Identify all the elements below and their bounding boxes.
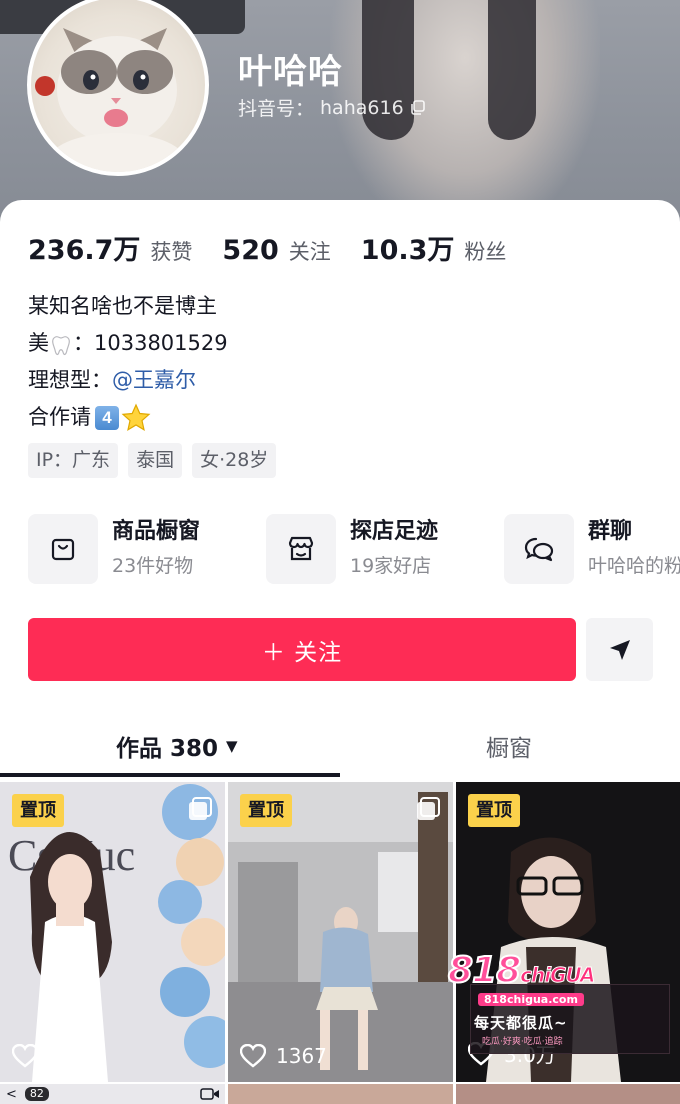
cat-avatar-image [35,28,187,172]
video-camera-icon[interactable] [200,1087,220,1101]
stat-likes[interactable]: 236.7万 获赞 [28,228,192,267]
bio-line-1: 某知名啥也不是博主 [28,294,217,318]
watermark-url: 818chigua.com [478,993,584,1006]
watermark-logo-main: 818 [447,949,522,992]
send-icon [609,639,630,660]
watermark-subtext: 吃瓜·好爽·吃瓜·追踪 [482,1037,563,1047]
feature-store-visits-icon-box [266,514,336,584]
bio-line-3: 理想型： @王嘉尔 [28,362,228,399]
heart-icon [240,1044,266,1068]
tab-works-label: 作品 380 [116,736,219,762]
tag-gender-age: 女·28岁 [192,443,277,478]
pinned-badge: 置顶 [12,794,64,827]
bio-line-2-value: ：1033801529 [73,331,228,355]
feature-entries: 商品橱窗 23件好物 探店足迹 19家好店 群聊 叶哈哈的粉 [28,514,680,586]
profile-douyin-id[interactable]: 抖音号： haha616 [238,94,425,121]
content-tabs: 作品 380 ▼ 橱窗 [0,718,680,780]
bio-line-4-prefix: 合作请 [28,405,91,429]
feature-shop-window[interactable]: 商品橱窗 23件好物 [28,514,200,584]
multi-image-icon [189,797,212,820]
tab-works[interactable]: 作品 380 ▼ [116,718,238,774]
stat-followers-value: 10.3万 [360,235,455,266]
active-tab-indicator [0,773,340,777]
multi-image-icon [417,797,440,820]
bio-line-2-prefix: 美 [28,331,49,355]
stat-followers[interactable]: 10.3万 粉丝 [361,228,507,267]
pinned-badge: 置顶 [240,794,292,827]
stat-likes-label: 获赞 [150,240,193,264]
profile-name: 叶哈哈 [238,52,343,92]
video-2-cover-image [228,782,453,1082]
feature-shop-window-subtitle: 23件好物 [112,555,194,577]
stat-following-label: 关注 [288,240,331,264]
stat-followers-label: 粉丝 [464,240,507,264]
bio-line-2: 美 ：1033801529 [28,325,228,362]
back-arrow-icon[interactable]: < [6,1087,17,1102]
number-badge: 4 [95,405,119,430]
douyin-id-value: haha616 [320,96,404,119]
feature-group-chat-icon-box [504,514,574,584]
share-button[interactable] [586,618,653,681]
bag-icon [51,538,75,561]
video-1-cover-image: CsMuc [0,782,225,1082]
follow-button[interactable]: ＋ 关注 [28,618,576,681]
bio-line-4: 合作请 4 [28,399,228,436]
stat-following-value: 520 [222,235,279,266]
video-thumbnail-1[interactable]: CsMuc 置顶 1605 [0,782,225,1082]
mini-player-bar[interactable]: < 82 [6,1084,220,1104]
watermark-slogan: 每天都很瓜~ [474,1014,568,1032]
tag-location: 泰国 [128,443,183,478]
feature-group-chat-subtitle: 叶哈哈的粉 [588,555,680,577]
tooth-icon [52,335,70,355]
video-thumbnail-6-partial[interactable] [456,1084,680,1104]
player-badge: 82 [24,1087,49,1101]
feature-shop-window-icon-box [28,514,98,584]
tag-ip: IP：广东 [28,443,119,478]
site-watermark: 818chiGUA 818chigua.com 每天都很瓜~ 吃瓜·好爽·吃瓜·… [440,944,676,1056]
watermark-logo: 818chiGUA [447,949,596,992]
video-likes-count: 1605 [48,1044,99,1068]
douyin-id-label: 抖音号： [238,98,315,120]
video-likes-count: 1367 [276,1044,327,1068]
feature-group-chat[interactable]: 群聊 叶哈哈的粉 [504,514,680,584]
video-likes: 1367 [240,1044,327,1068]
caret-down-icon: ▼ [226,737,238,755]
tab-shop-window[interactable]: 橱窗 [486,718,532,774]
watermark-logo-tail: chiGUA [520,963,596,988]
bio-mention-link[interactable]: @王嘉尔 [112,362,196,399]
profile-tags: IP：广东 泰国 女·28岁 [28,443,277,478]
avatar[interactable] [27,0,209,176]
video-thumbnail-5-partial[interactable] [228,1084,453,1104]
stat-likes-value: 236.7万 [28,235,141,266]
profile-bio: 某知名啥也不是博主 美 ：1033801529 理想型： @王嘉尔 合作请 4 [28,288,228,436]
feature-store-visits[interactable]: 探店足迹 19家好店 [266,514,438,584]
background-hair-right [488,0,536,140]
copy-icon[interactable] [410,100,425,115]
video-thumbnail-2[interactable]: 置顶 1367 [228,782,453,1082]
video-likes: 1605 [12,1044,99,1068]
stat-following[interactable]: 520 关注 [222,235,330,266]
feature-store-visits-subtitle: 19家好店 [350,555,432,577]
shop-icon [288,536,314,561]
star-icon [121,403,151,431]
chat-icon [524,537,554,562]
feature-store-visits-title: 探店足迹 [350,519,439,544]
feature-shop-window-title: 商品橱窗 [112,519,201,544]
feature-group-chat-title: 群聊 [588,519,633,544]
bio-line-3-prefix: 理想型： [28,368,112,392]
profile-stats: 236.7万 获赞 520 关注 10.3万 粉丝 [28,228,506,267]
pinned-badge: 置顶 [468,794,520,827]
heart-icon [12,1044,38,1068]
